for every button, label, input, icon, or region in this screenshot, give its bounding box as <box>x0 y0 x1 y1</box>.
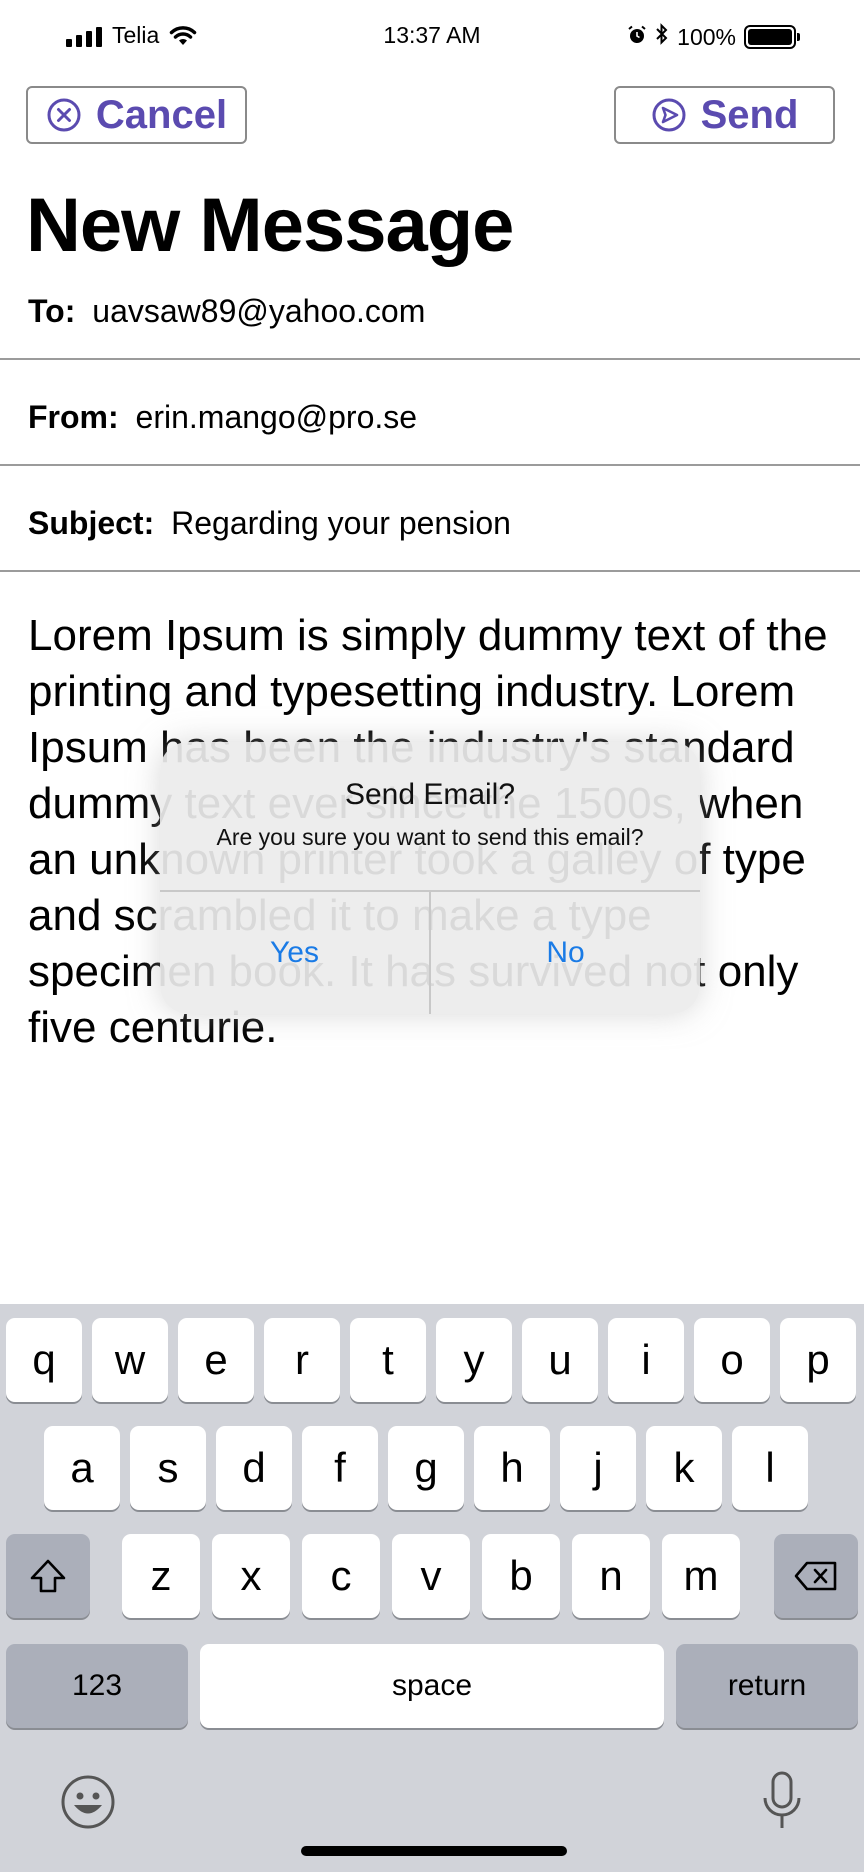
shift-key[interactable] <box>6 1534 90 1618</box>
key-p[interactable]: p <box>780 1318 856 1402</box>
key-f[interactable]: f <box>302 1426 378 1510</box>
alarm-icon <box>627 24 647 51</box>
emoji-icon[interactable] <box>60 1774 116 1835</box>
space-key[interactable]: space <box>200 1644 664 1728</box>
key-s[interactable]: s <box>130 1426 206 1510</box>
dialog-no-button[interactable]: No <box>431 892 700 1014</box>
subject-field[interactable]: Subject: Regarding your pension <box>0 466 860 572</box>
close-circle-icon <box>47 98 81 132</box>
status-bar: Telia 13:37 AM 100% <box>0 0 864 72</box>
send-confirm-dialog: Send Email? Are you sure you want to sen… <box>160 742 700 1014</box>
microphone-icon[interactable] <box>760 1770 804 1837</box>
key-d[interactable]: d <box>216 1426 292 1510</box>
send-circle-icon <box>652 98 686 132</box>
to-field[interactable]: To: uavsaw89@yahoo.com <box>0 254 860 360</box>
dialog-yes-button[interactable]: Yes <box>160 892 429 1014</box>
key-m[interactable]: m <box>662 1534 740 1618</box>
key-g[interactable]: g <box>388 1426 464 1510</box>
send-button[interactable]: Send <box>614 86 835 144</box>
battery-icon <box>744 25 800 49</box>
key-v[interactable]: v <box>392 1534 470 1618</box>
key-w[interactable]: w <box>92 1318 168 1402</box>
from-label: From: <box>28 399 119 435</box>
key-i[interactable]: i <box>608 1318 684 1402</box>
bluetooth-icon <box>655 22 669 52</box>
key-a[interactable]: a <box>44 1426 120 1510</box>
to-value[interactable]: uavsaw89@yahoo.com <box>92 293 425 329</box>
key-o[interactable]: o <box>694 1318 770 1402</box>
home-indicator[interactable] <box>301 1846 567 1856</box>
keyboard: qwertyuiop asdfghjkl zxcvbnm 123 space r… <box>0 1304 864 1872</box>
key-z[interactable]: z <box>122 1534 200 1618</box>
subject-label: Subject: <box>28 505 155 541</box>
status-right: 100% <box>627 22 800 52</box>
key-r[interactable]: r <box>264 1318 340 1402</box>
send-label: Send <box>700 92 799 137</box>
key-t[interactable]: t <box>350 1318 426 1402</box>
key-b[interactable]: b <box>482 1534 560 1618</box>
subject-value[interactable]: Regarding your pension <box>171 505 511 541</box>
cancel-label: Cancel <box>95 92 228 137</box>
delete-key[interactable] <box>774 1534 858 1618</box>
key-h[interactable]: h <box>474 1426 550 1510</box>
battery-fill <box>748 29 792 45</box>
numbers-key[interactable]: 123 <box>6 1644 188 1728</box>
dialog-title: Send Email? <box>344 778 516 811</box>
to-label: To: <box>28 293 76 329</box>
from-value[interactable]: erin.mango@pro.se <box>136 399 418 435</box>
key-k[interactable]: k <box>646 1426 722 1510</box>
key-l[interactable]: l <box>732 1426 808 1510</box>
battery-percent: 100% <box>677 23 736 50</box>
key-n[interactable]: n <box>572 1534 650 1618</box>
cancel-button[interactable]: Cancel <box>26 86 247 144</box>
key-y[interactable]: y <box>436 1318 512 1402</box>
key-q[interactable]: q <box>6 1318 82 1402</box>
key-j[interactable]: j <box>560 1426 636 1510</box>
dialog-message: Are you sure you want to send this email… <box>216 824 644 850</box>
from-field[interactable]: From: erin.mango@pro.se <box>0 360 860 466</box>
key-e[interactable]: e <box>178 1318 254 1402</box>
return-key[interactable]: return <box>676 1644 858 1728</box>
key-c[interactable]: c <box>302 1534 380 1618</box>
key-x[interactable]: x <box>212 1534 290 1618</box>
key-u[interactable]: u <box>522 1318 598 1402</box>
backspace-icon <box>794 1561 837 1591</box>
shift-icon <box>30 1559 66 1593</box>
